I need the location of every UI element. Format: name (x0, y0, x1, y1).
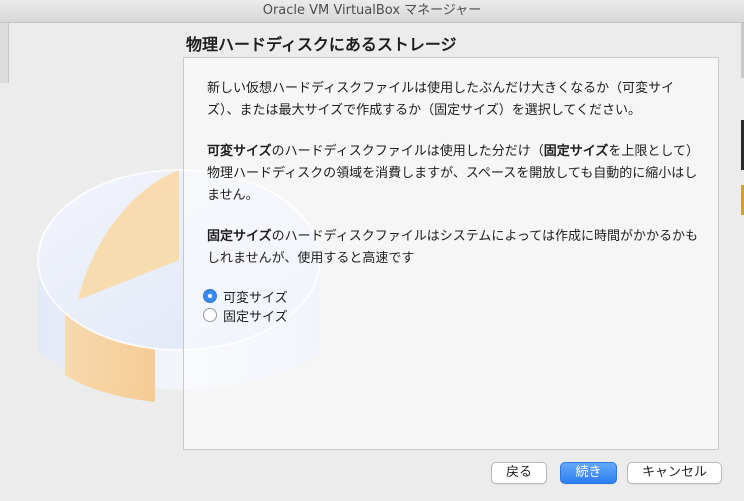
window-titlebar[interactable]: Oracle VM VirtualBox マネージャー (0, 0, 744, 23)
intro-text: 新しい仮想ハードディスクファイルは使用したぶんだけ大きくなるか（可変サイズ）、ま… (207, 81, 675, 118)
radio-label-fixed[interactable]: 固定サイズ (223, 306, 288, 325)
background-window-edge-left (0, 23, 9, 83)
back-button[interactable]: 戻る (491, 462, 547, 484)
dynamic-description: 可変サイズのハードディスクファイルは使用した分だけ（固定サイズを上限として）物理… (207, 141, 702, 207)
radio-fixed-size[interactable]: 固定サイズ (203, 306, 288, 325)
dialog-title: 物理ハードディスクにあるストレージ (186, 35, 457, 54)
fixed-text: のハードディスクファイルはシステムによっては作成に時間がかかるかもしれませんが、… (207, 229, 699, 266)
continue-button[interactable]: 続き (560, 462, 617, 484)
radio-button-dynamic[interactable] (203, 289, 217, 303)
fixed-term: 固定サイズ (207, 229, 272, 244)
fixed-term-inline: 固定サイズ (543, 144, 609, 159)
fixed-description: 固定サイズのハードディスクファイルはシステムによっては作成に時間がかかるかもしれ… (207, 226, 702, 270)
window-title: Oracle VM VirtualBox マネージャー (262, 3, 482, 18)
radio-button-fixed[interactable] (203, 308, 217, 322)
radio-label-dynamic[interactable]: 可変サイズ (223, 287, 288, 306)
radio-dynamic-size[interactable]: 可変サイズ (203, 287, 288, 306)
dynamic-text-1: のハードディスクファイルは使用した分だけ（ (271, 144, 544, 159)
dynamic-term: 可変サイズ (207, 144, 272, 159)
cancel-button[interactable]: キャンセル (627, 462, 722, 484)
